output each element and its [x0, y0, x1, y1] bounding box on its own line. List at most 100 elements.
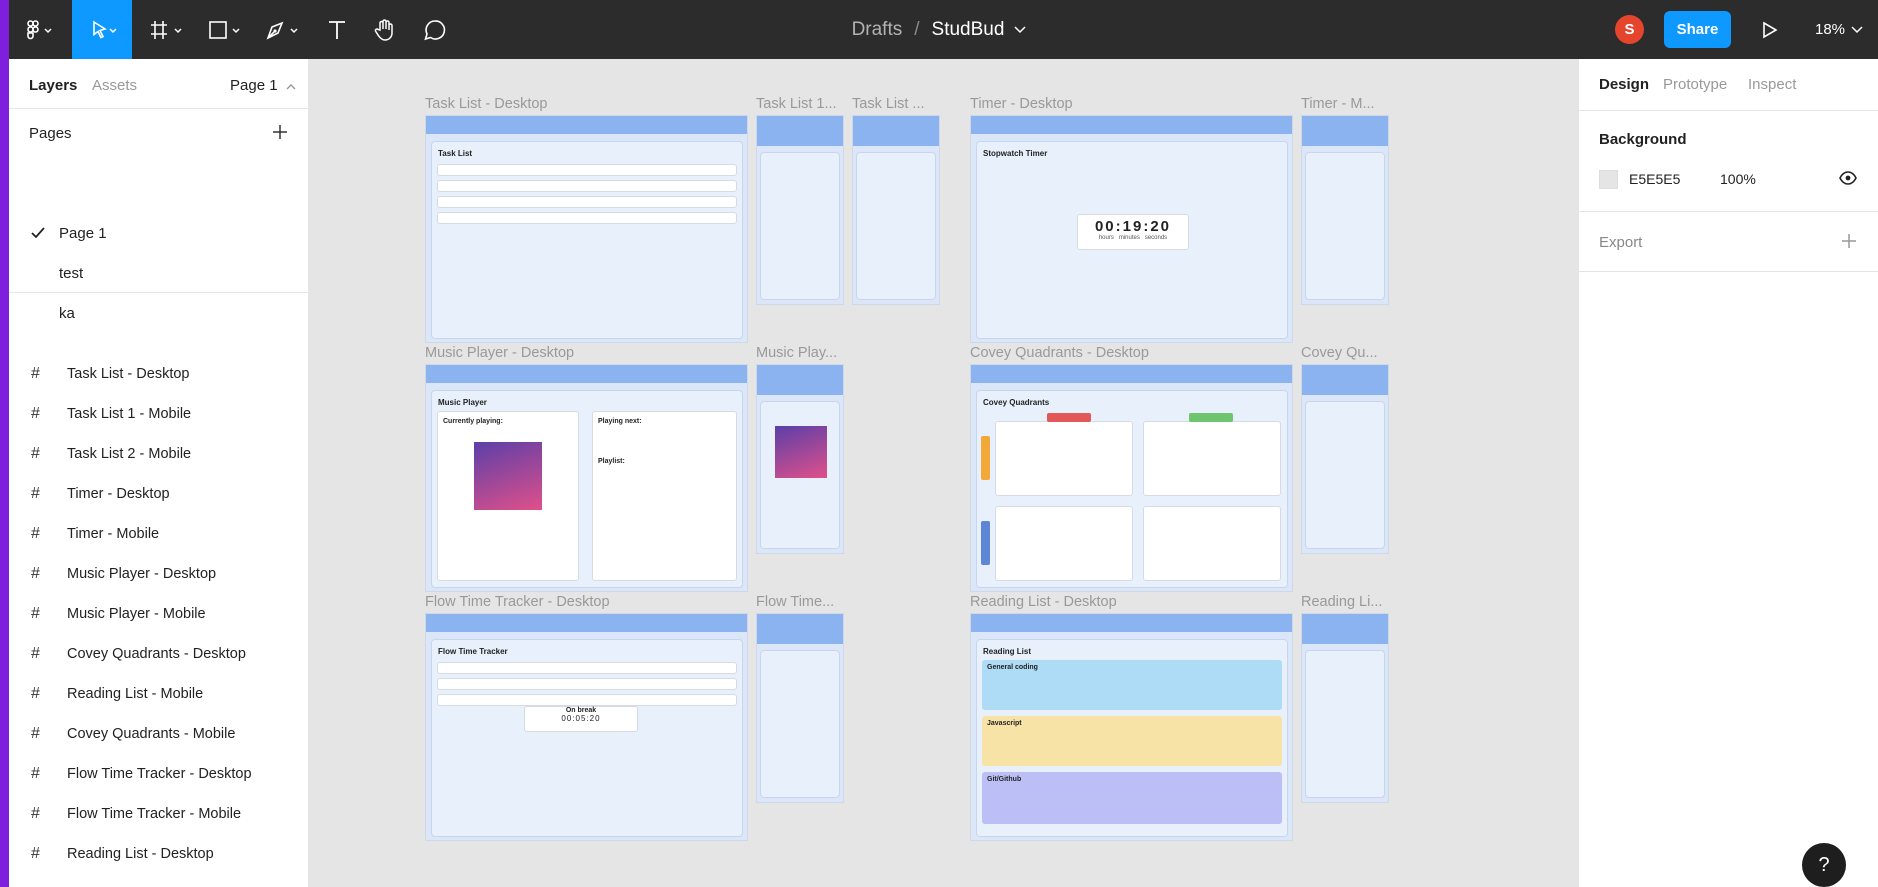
not-important-tag	[981, 521, 990, 565]
shape-tool-icon[interactable]	[200, 0, 248, 59]
table-row	[437, 180, 737, 192]
frame-covey-quadrants-mobile[interactable]	[1301, 364, 1389, 554]
file-name[interactable]: StudBud	[932, 19, 1005, 41]
layer-item[interactable]: # Task List 2 - Mobile	[9, 434, 309, 474]
timer-units: hours minutes seconds	[1098, 235, 1168, 241]
frame-nav	[853, 116, 939, 146]
frame-reading-list-desktop[interactable]: Reading List General coding Javascript G…	[970, 613, 1293, 841]
frame-timer-desktop[interactable]: Stopwatch Timer 00:19:20 hours minutes s…	[970, 115, 1293, 343]
frame-label[interactable]: Reading Li...	[1301, 594, 1382, 610]
tab-assets[interactable]: Assets	[92, 77, 137, 94]
frame-label[interactable]: Timer - M...	[1301, 96, 1375, 112]
now-playing-card: Currently playing:	[437, 411, 579, 581]
background-swatch[interactable]	[1599, 170, 1618, 189]
layer-label: Timer - Desktop	[67, 486, 170, 502]
frame-tool-icon[interactable]	[142, 0, 190, 59]
frame-title: Reading List	[983, 647, 1032, 656]
tab-layers[interactable]: Layers	[29, 77, 77, 94]
play-icon[interactable]	[1755, 0, 1785, 59]
background-opacity[interactable]: 100%	[1720, 171, 1756, 187]
layer-item[interactable]: # Timer - Desktop	[9, 474, 309, 514]
frame-label[interactable]: Task List ...	[852, 96, 925, 112]
frame-task-list-2-mobile[interactable]	[852, 115, 940, 305]
frame-label[interactable]: Covey Qu...	[1301, 345, 1378, 361]
layer-item[interactable]: # Reading List - Desktop	[9, 834, 309, 874]
frame-music-player-desktop[interactable]: Music Player Currently playing: Playing …	[425, 364, 748, 592]
properties-panel: Design Prototype Inspect Background E5E5…	[1578, 59, 1878, 887]
frame-nav	[757, 116, 843, 146]
layer-item[interactable]: # Timer - Mobile	[9, 514, 309, 554]
share-button[interactable]: Share	[1664, 11, 1731, 48]
tab-prototype[interactable]: Prototype	[1663, 76, 1727, 93]
frame-task-list-desktop[interactable]: Task List	[425, 115, 748, 343]
frame-label[interactable]: Reading List - Desktop	[970, 594, 1117, 610]
frame-body	[1305, 401, 1385, 549]
frame-flow-time-tracker-mobile[interactable]	[756, 613, 844, 803]
frame-icon: #	[31, 845, 40, 862]
page-item-test[interactable]: test	[9, 253, 309, 293]
top-toolbar: Drafts / StudBud S Share 18%	[0, 0, 1878, 887]
layer-item[interactable]: # Covey Quadrants - Mobile	[9, 714, 309, 754]
pen-tool-icon[interactable]	[258, 0, 306, 59]
canvas[interactable]: Task List - Desktop Task List 1... Task …	[310, 59, 1578, 887]
table-row	[437, 212, 737, 224]
page-selector[interactable]: Page 1	[230, 77, 296, 94]
tab-design[interactable]: Design	[1599, 76, 1649, 93]
layer-item[interactable]: # Task List 1 - Mobile	[9, 394, 309, 434]
text-tool-icon[interactable]	[320, 0, 354, 59]
add-page-icon[interactable]	[271, 123, 289, 146]
page-item-page-1[interactable]: Page 1	[9, 213, 309, 253]
frame-icon: #	[31, 365, 40, 382]
layer-item[interactable]: # Flow Time Tracker - Mobile	[9, 794, 309, 834]
layer-item[interactable]: # Reading List - Mobile	[9, 674, 309, 714]
frame-title: Stopwatch Timer	[983, 149, 1048, 158]
frame-task-list-1-mobile[interactable]	[756, 115, 844, 305]
layer-label: Task List 2 - Mobile	[67, 446, 192, 462]
table-row	[437, 662, 737, 674]
page-item-ka[interactable]: ka	[9, 293, 309, 333]
help-button[interactable]: ?	[1802, 843, 1846, 887]
breadcrumb-drafts[interactable]: Drafts	[852, 19, 903, 41]
frame-label[interactable]: Music Player - Desktop	[425, 345, 574, 361]
comment-tool-icon[interactable]	[418, 0, 452, 59]
frame-covey-quadrants-desktop[interactable]: Covey Quadrants	[970, 364, 1293, 592]
currently-playing-label: Currently playing:	[443, 418, 503, 425]
chevron-down-icon[interactable]	[1014, 25, 1026, 34]
frame-label[interactable]: Task List 1...	[756, 96, 837, 112]
tab-inspect[interactable]: Inspect	[1748, 76, 1796, 93]
layer-item[interactable]: # Covey Quadrants - Desktop	[9, 634, 309, 674]
figma-menu-icon[interactable]	[20, 0, 60, 59]
reading-section: Javascript	[982, 716, 1282, 766]
hand-tool-icon[interactable]	[368, 0, 402, 59]
layers-panel: Layers Assets Page 1 Pages Page 1 test k…	[9, 59, 309, 887]
frame-label[interactable]: Timer - Desktop	[970, 96, 1073, 112]
frame-music-player-mobile[interactable]	[756, 364, 844, 554]
frame-label[interactable]: Flow Time...	[756, 594, 834, 610]
layer-item[interactable]: # Flow Time Tracker - Desktop	[9, 754, 309, 794]
move-tool-icon[interactable]	[72, 0, 132, 59]
frame-nav	[426, 116, 747, 134]
frame-label[interactable]: Music Play...	[756, 345, 837, 361]
frame-flow-time-tracker-desktop[interactable]: Flow Time Tracker On break 00:05:20	[425, 613, 748, 841]
layer-label: Covey Quadrants - Desktop	[67, 646, 246, 662]
reading-section: Git/Github	[982, 772, 1282, 824]
table-row	[437, 196, 737, 208]
frame-timer-mobile[interactable]	[1301, 115, 1389, 305]
frame-label[interactable]: Task List - Desktop	[425, 96, 548, 112]
frame-nav	[426, 614, 747, 632]
frame-label[interactable]: Covey Quadrants - Desktop	[970, 345, 1149, 361]
background-hex[interactable]: E5E5E5	[1629, 171, 1680, 187]
eye-icon[interactable]	[1839, 171, 1857, 190]
frame-label[interactable]: Flow Time Tracker - Desktop	[425, 594, 610, 610]
avatar[interactable]: S	[1615, 15, 1644, 44]
frame-body	[1305, 152, 1385, 300]
layer-item[interactable]: # Task List - Desktop	[9, 354, 309, 394]
frame-reading-list-mobile[interactable]	[1301, 613, 1389, 803]
add-export-icon[interactable]	[1840, 232, 1858, 255]
layer-item[interactable]: # Music Player - Desktop	[9, 554, 309, 594]
layer-item[interactable]: # Music Player - Mobile	[9, 594, 309, 634]
breadcrumb-separator: /	[914, 18, 920, 40]
check-icon	[31, 227, 45, 239]
zoom-dropdown[interactable]: 18%	[1815, 0, 1863, 59]
frame-body	[760, 152, 840, 300]
